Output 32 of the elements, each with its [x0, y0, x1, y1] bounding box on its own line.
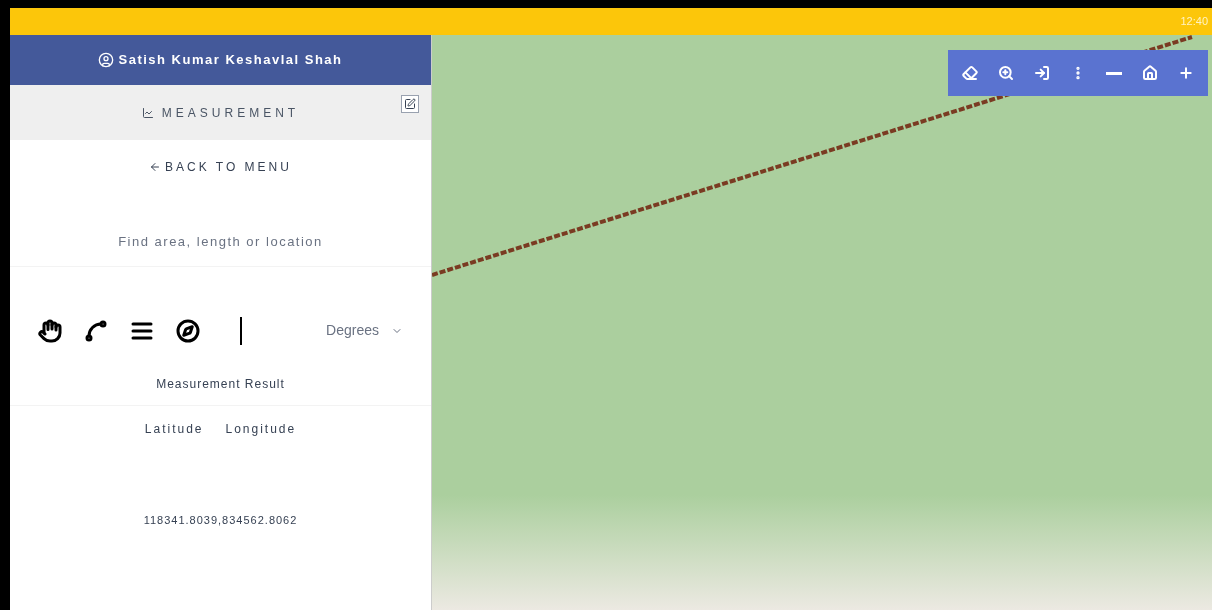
result-value: 118341.8039,834562.8062: [143, 512, 298, 528]
hand-icon: [38, 318, 62, 343]
home-button[interactable]: [1142, 65, 1158, 81]
unit-select[interactable]: Degrees: [326, 320, 403, 341]
arrow-left-icon: [149, 161, 162, 173]
hint-text: Find area, length or location: [118, 233, 323, 251]
compass-tool[interactable]: [176, 318, 200, 343]
edit-icon: [404, 98, 416, 110]
clock: 12:40: [1180, 14, 1208, 30]
user-icon: [98, 52, 115, 68]
divider: [240, 316, 242, 345]
result-title: Measurement Result: [156, 375, 285, 393]
column-header: Longitude: [225, 420, 297, 438]
eraser-button[interactable]: [962, 65, 978, 81]
back-link[interactable]: BACK TO MENU: [149, 158, 292, 176]
zoom-out-icon: [1106, 71, 1122, 75]
eraser-icon: [962, 65, 978, 81]
zoom-in-button[interactable]: [998, 65, 1014, 81]
plus-icon: [1178, 65, 1194, 81]
map[interactable]: [432, 35, 1212, 610]
edit-button[interactable]: [401, 95, 419, 113]
section-title: MEASUREMENT: [161, 104, 300, 122]
plus-button[interactable]: [1178, 65, 1194, 81]
zoom-in-icon: [998, 65, 1014, 81]
sign-in-icon: [1034, 65, 1050, 81]
sign-in-button[interactable]: [1034, 65, 1050, 81]
column-header: Latitude: [144, 420, 204, 438]
compass-icon: [176, 318, 200, 343]
chart-icon: [141, 106, 154, 119]
user-name: Satish Kumar Keshavlal Shah: [118, 51, 343, 70]
home-icon: [1142, 65, 1158, 81]
hand-tool[interactable]: [38, 318, 62, 343]
